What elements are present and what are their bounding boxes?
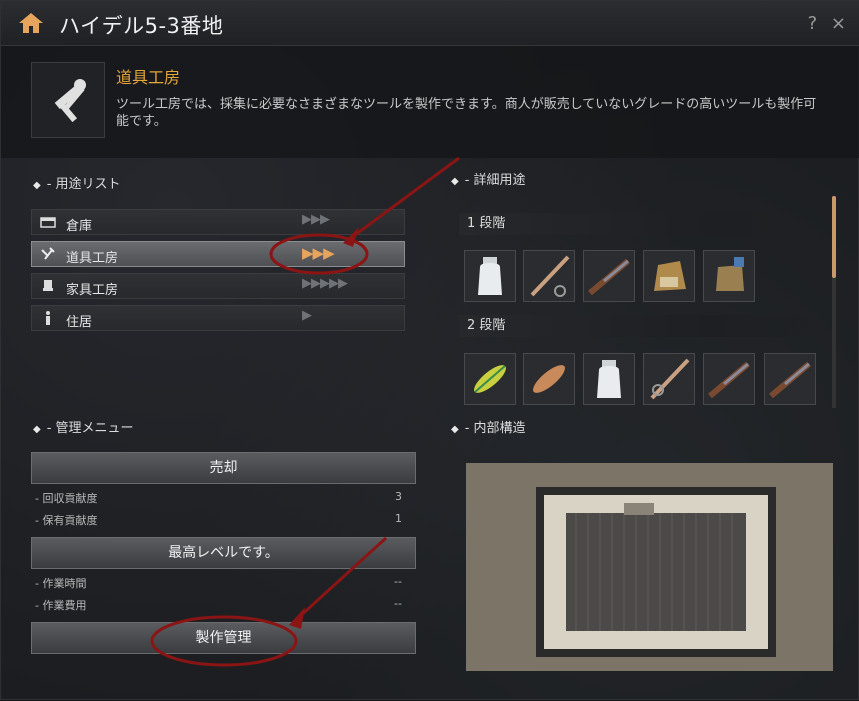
diamond-icon: ◆ [451, 176, 459, 187]
residence-icon [46, 311, 50, 325]
wooden-float-icon[interactable] [523, 353, 575, 405]
recovery-contribution: - 回収貢献度 3 [35, 490, 402, 505]
stage-1-label: 1 段階 [459, 213, 819, 235]
facility-title: 道具工房 [116, 68, 181, 87]
musket-icon[interactable] [583, 250, 635, 302]
musket-icon[interactable] [764, 353, 816, 405]
furniture-icon [43, 280, 53, 291]
work-time: - 作業時間 -- [35, 575, 402, 590]
diamond-icon: ◆ [33, 180, 41, 191]
scrollbar-thumb[interactable] [832, 196, 836, 278]
facility-description: ツール工房では、採集に必要なさまざまなツールを製作できます。商人が販売していない… [116, 97, 817, 129]
home-icon [19, 13, 43, 33]
level-arrows: ▶ [302, 308, 312, 323]
fishing-rod-icon[interactable] [523, 250, 575, 302]
management-heading: ◆ - 管理メニュー [33, 421, 134, 436]
interior-layout-view[interactable] [466, 463, 833, 671]
close-button[interactable]: × [831, 13, 846, 34]
storage-icon [40, 217, 56, 228]
use-item-label: 住居 [66, 315, 93, 330]
musket-icon[interactable] [703, 353, 755, 405]
level-arrows: ▶▶▶ [302, 212, 330, 227]
tool-workshop-icon [41, 247, 55, 260]
interior-heading: ◆ - 内部構造 [451, 421, 526, 436]
use-item-label: 道具工房 [66, 251, 119, 266]
use-item-residence[interactable]: 住居 ▶ [31, 305, 405, 331]
max-level-button[interactable]: 最高レベルです。 [31, 537, 416, 569]
detail-scrollbar[interactable] [832, 196, 836, 408]
title-bar[interactable]: ハイデル5-3番地 ? × [1, 1, 859, 46]
sell-button[interactable]: 売却 [31, 452, 416, 484]
tool-workshop-large-icon [31, 62, 105, 138]
house-window: ハイデル5-3番地 ? × 道具工房 ツール工房では、採集に必要なさまざまなツー… [0, 0, 859, 700]
empty-bottle-icon[interactable] [583, 353, 635, 405]
craft-management-button[interactable]: 製作管理 [31, 622, 416, 654]
facility-header: 道具工房 ツール工房では、採集に必要なさまざまなツールを製作できます。商人が販売… [1, 46, 859, 158]
use-item-tool-workshop[interactable]: 道具工房 ▶▶▶ [31, 241, 405, 267]
level-arrows: ▶▶▶ [302, 244, 335, 262]
detail-heading: ◆ - 詳細用途 [451, 173, 526, 188]
work-cost: - 作業費用 -- [35, 597, 402, 612]
float-icon[interactable] [464, 353, 516, 405]
gold-ore-icon[interactable] [643, 250, 695, 302]
use-list-heading: ◆ - 用途リスト [33, 177, 121, 192]
use-item-label: 家具工房 [66, 283, 119, 298]
diamond-icon: ◆ [33, 424, 41, 435]
use-item-storage[interactable]: 倉庫 ▶▶▶ [31, 209, 405, 235]
use-item-furniture[interactable]: 家具工房 ▶▶▶▶▶ [31, 273, 405, 299]
stage-2-label: 2 段階 [459, 315, 819, 337]
fishing-rod-icon[interactable] [643, 353, 695, 405]
loot-bag-icon[interactable] [703, 250, 755, 302]
use-item-label: 倉庫 [66, 219, 93, 234]
bottle-icon[interactable] [464, 250, 516, 302]
held-contribution: - 保有貢献度 1 [35, 512, 402, 527]
level-arrows: ▶▶▶▶▶ [302, 276, 348, 291]
window-title: ハイデル5-3番地 [59, 14, 224, 38]
help-button[interactable]: ? [808, 13, 818, 34]
diamond-icon: ◆ [451, 424, 459, 435]
